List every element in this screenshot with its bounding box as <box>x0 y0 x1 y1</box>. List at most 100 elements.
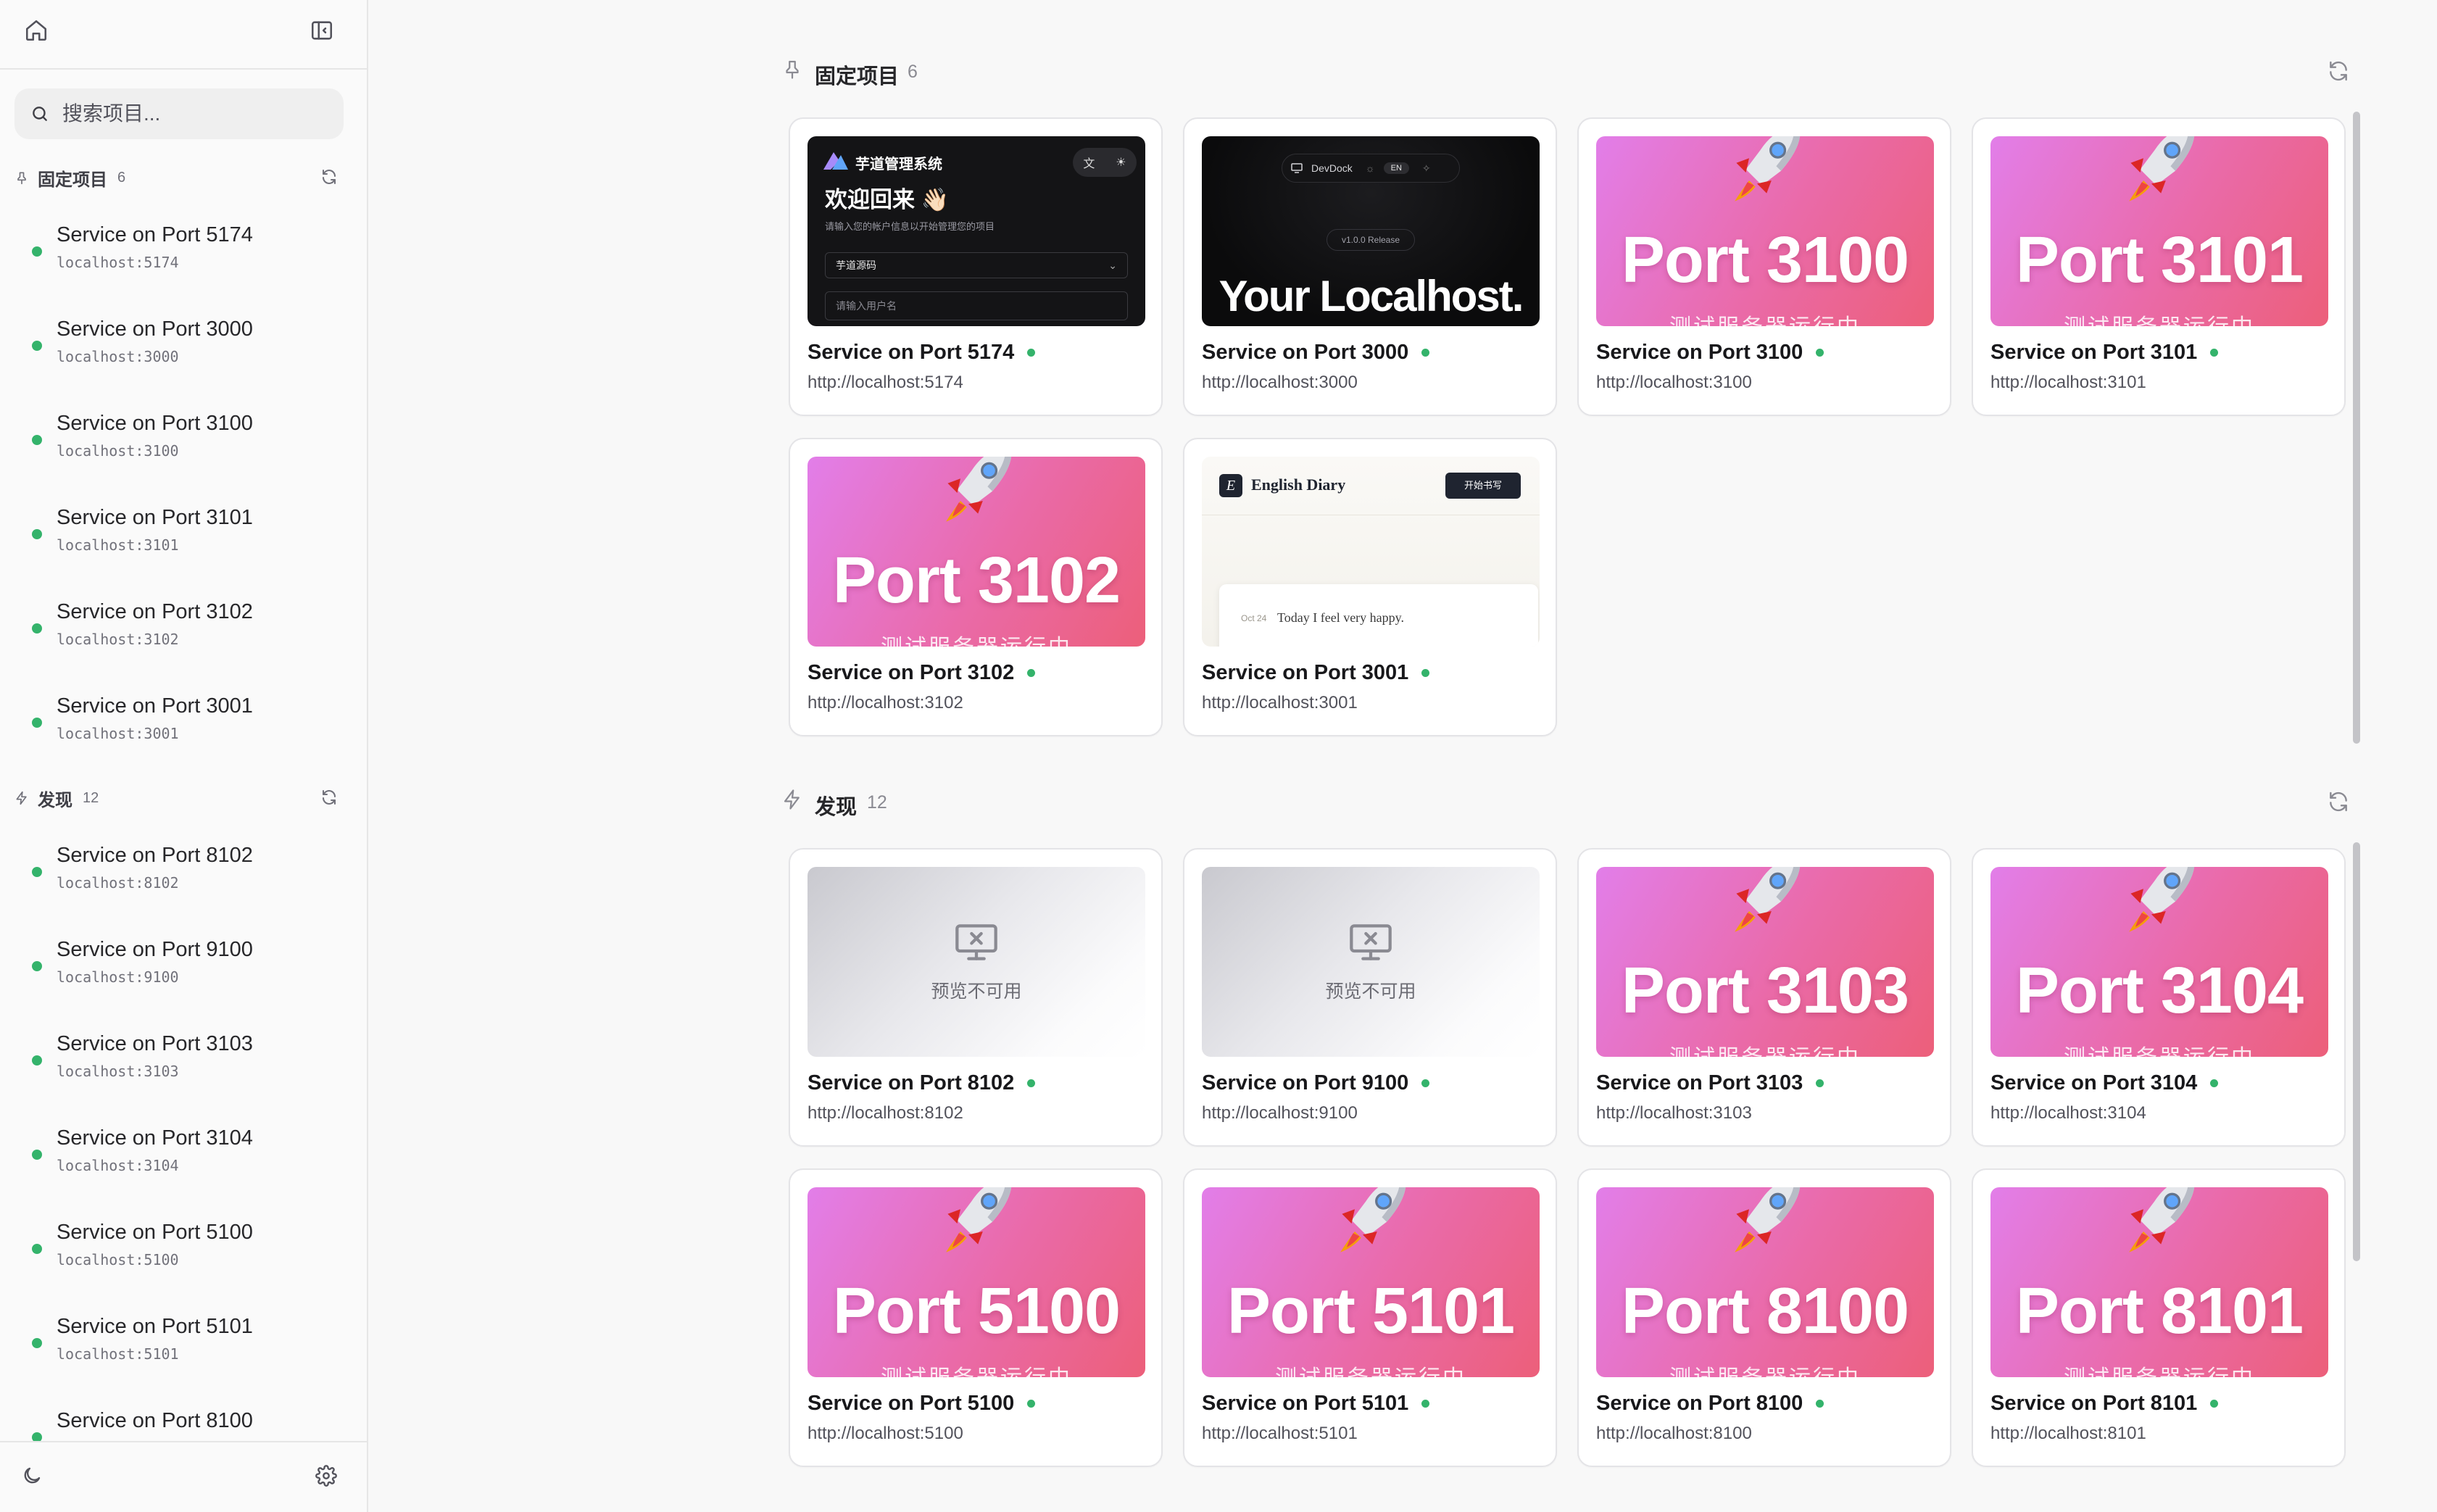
sidebar-service-item[interactable]: Service on Port 3104 localhost:3104 <box>14 1121 352 1200</box>
sidebar-discover-refresh-button[interactable] <box>313 781 345 813</box>
settings-button[interactable] <box>309 1458 344 1493</box>
pinned-scrollbar[interactable] <box>2353 112 2360 744</box>
preview-subtitle: 测试服务器运行中 <box>1990 1360 2328 1377</box>
service-card[interactable]: E English Diary 开始书写 Oct 24 Today I feel… <box>1183 438 1557 736</box>
sidebar-service-item[interactable]: Service on Port 5101 localhost:5101 <box>14 1309 352 1389</box>
discover-section-title: 发现 <box>815 796 858 819</box>
lightning-icon <box>14 791 29 805</box>
sidebar-pinned-refresh-button[interactable] <box>313 161 345 193</box>
preview-unavailable-text: 预览不可用 <box>1325 981 1416 1002</box>
status-dot <box>1421 669 1430 677</box>
service-card[interactable]: Port 3100 测试服务器运行中 Service on Port 3100 htt… <box>1577 117 1951 416</box>
theme-toggle-button[interactable] <box>14 1458 49 1493</box>
service-card[interactable]: Port 5101 测试服务器运行中 Service on Port 5101 htt… <box>1183 1168 1557 1467</box>
service-card[interactable]: 芋道管理系统 文 ☀ 欢迎回来 👋🏻 请输入您的帐户信息以开始管理您的项目 芋道源… <box>789 117 1163 416</box>
preview-subtitle: 测试服务器运行中 <box>1596 1039 1934 1057</box>
sidebar-service-name: Service on Port 3104 <box>57 1126 253 1150</box>
sidebar-service-host: localhost:3104 <box>57 1157 179 1174</box>
service-card[interactable]: 预览不可用 Service on Port 8102 http://localhos… <box>789 848 1163 1147</box>
sidebar-service-item[interactable]: Service on Port 5100 localhost:5100 <box>14 1215 352 1295</box>
card-title: Service on Port 3103 <box>1596 1071 1824 1095</box>
sidebar-service-item[interactable]: Service on Port 3100 localhost:3100 <box>14 406 352 486</box>
discover-refresh-button[interactable] <box>2321 784 2356 819</box>
card-title: Service on Port 3104 <box>1990 1071 2219 1095</box>
home-button[interactable] <box>19 13 54 48</box>
pinned-section-title: 固定项目 <box>815 65 900 88</box>
card-title-text: Service on Port 8102 <box>808 1071 1015 1094</box>
preview-thumbnail: Port 5100 测试服务器运行中 <box>808 1187 1145 1377</box>
sidebar-service-item[interactable]: Service on Port 3103 localhost:3103 <box>14 1026 352 1106</box>
collapse-sidebar-button[interactable] <box>304 13 339 48</box>
card-url: http://localhost:8100 <box>1596 1424 1752 1443</box>
discover-scrollbar[interactable] <box>2353 842 2360 1261</box>
rocket-icon <box>1735 867 1801 932</box>
preview-port-text: Port 3102 <box>832 544 1121 617</box>
status-dot <box>2210 1400 2219 1408</box>
service-card[interactable]: 预览不可用 Service on Port 9100 http://localhos… <box>1183 848 1557 1147</box>
status-dot <box>32 867 42 877</box>
card-title: Service on Port 8101 <box>1990 1392 2219 1416</box>
card-title: Service on Port 9100 <box>1202 1071 1430 1095</box>
sidebar-service-host: localhost:3103 <box>57 1063 179 1080</box>
status-dot <box>32 1150 42 1160</box>
preview-pill: v1.0.0 Release <box>1327 229 1415 251</box>
sidebar-service-item[interactable]: Service on Port 3001 localhost:3001 <box>14 689 352 768</box>
preview-select: 芋道源码 ⌄ <box>825 252 1128 278</box>
sidebar-service-name: Service on Port 9100 <box>57 938 253 961</box>
preview-thumbnail: 芋道管理系统 文 ☀ 欢迎回来 👋🏻 请输入您的帐户信息以开始管理您的项目 芋道源… <box>808 136 1145 326</box>
card-title: Service on Port 8102 <box>808 1071 1036 1095</box>
status-dot <box>1421 349 1430 357</box>
preview-thumbnail: Port 3104 测试服务器运行中 <box>1990 867 2328 1057</box>
sidebar-footer <box>0 1441 367 1512</box>
card-title-text: Service on Port 5174 <box>808 341 1015 364</box>
card-title-text: Service on Port 9100 <box>1202 1071 1409 1094</box>
card-title-text: Service on Port 3100 <box>1596 341 1803 364</box>
search-input[interactable] <box>62 102 331 125</box>
service-card[interactable]: Port 3103 测试服务器运行中 Service on Port 3103 htt… <box>1577 848 1951 1147</box>
preview-cta: 开始书写 <box>1445 473 1521 499</box>
sidebar-service-host: localhost:5101 <box>57 1345 179 1363</box>
rocket-icon <box>2129 136 2195 202</box>
service-card[interactable]: Port 3101 测试服务器运行中 Service on Port 3101 htt… <box>1972 117 2346 416</box>
sidebar: 固定项目 6 Service on Port 5174 localhost:517… <box>0 0 368 1512</box>
preview-port-text: Port 3103 <box>1621 955 1909 1027</box>
status-dot <box>32 341 42 351</box>
card-url: http://localhost:3001 <box>1202 693 1358 713</box>
preview-port-text: Port 8100 <box>1621 1275 1909 1347</box>
sidebar-discover-header: 发现 12 <box>0 780 367 816</box>
service-card[interactable]: Port 8100 测试服务器运行中 Service on Port 8100 htt… <box>1577 1168 1951 1467</box>
service-card[interactable]: Port 8101 测试服务器运行中 Service on Port 8101 htt… <box>1972 1168 2346 1467</box>
pinned-refresh-button[interactable] <box>2321 54 2356 88</box>
preview-unavailable-text: 预览不可用 <box>931 981 1022 1002</box>
service-card[interactable]: DevDock ☼ EN ✧ v1.0.0 Release Your Local… <box>1183 117 1557 416</box>
service-card[interactable]: Port 3104 测试服务器运行中 Service on Port 3104 htt… <box>1972 848 2346 1147</box>
preview-nav-name: DevDock <box>1311 162 1353 174</box>
sidebar-service-item[interactable]: Service on Port 3101 localhost:3101 <box>14 500 352 580</box>
sidebar-toolbar <box>0 0 367 70</box>
preview-thumbnail: 预览不可用 <box>1202 867 1540 1057</box>
card-url: http://localhost:5100 <box>808 1424 963 1443</box>
search-box[interactable] <box>14 88 344 139</box>
service-card[interactable]: Port 5100 测试服务器运行中 Service on Port 5100 htt… <box>789 1168 1163 1467</box>
sidebar-service-host: localhost:9100 <box>57 968 179 986</box>
card-title-text: Service on Port 3104 <box>1990 1071 2198 1094</box>
card-url: http://localhost:5101 <box>1202 1424 1358 1443</box>
sidebar-service-item[interactable]: Service on Port 5174 localhost:5174 <box>14 217 352 297</box>
sidebar-service-item[interactable]: Service on Port 3000 localhost:3000 <box>14 312 352 391</box>
card-title-text: Service on Port 8100 <box>1596 1392 1803 1415</box>
status-dot <box>32 961 42 971</box>
preview-toggle: 文 ☀ <box>1073 148 1137 177</box>
sidebar-collapse-icon <box>310 18 334 43</box>
pinned-section-count: 6 <box>908 62 918 82</box>
sidebar-service-item[interactable]: Service on Port 8102 localhost:8102 <box>14 838 352 918</box>
service-card[interactable]: Port 3102 测试服务器运行中 Service on Port 3102 htt… <box>789 438 1163 736</box>
sidebar-service-name: Service on Port 3103 <box>57 1032 253 1055</box>
sidebar-pinned-title: 固定项目 <box>38 170 107 190</box>
card-title: Service on Port 5174 <box>808 341 1036 365</box>
sidebar-service-item[interactable]: Service on Port 3102 localhost:3102 <box>14 594 352 674</box>
preview-navbar: DevDock ☼ EN ✧ <box>1282 154 1460 183</box>
preview-thumbnail: DevDock ☼ EN ✧ v1.0.0 Release Your Local… <box>1202 136 1540 326</box>
sidebar-service-item[interactable]: Service on Port 9100 localhost:9100 <box>14 932 352 1012</box>
card-url: http://localhost:3102 <box>808 693 963 713</box>
refresh-icon <box>2327 790 2350 813</box>
